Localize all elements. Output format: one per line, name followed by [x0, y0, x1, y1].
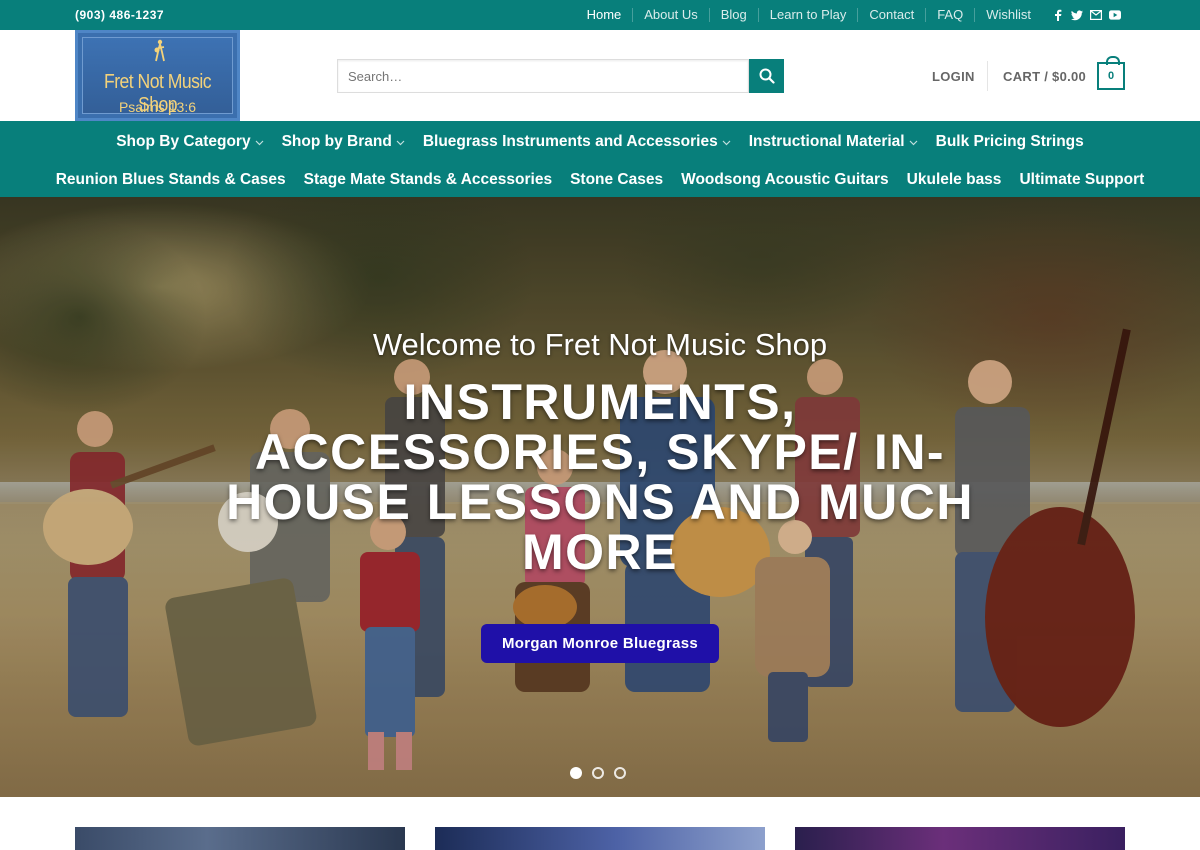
- twitter-icon[interactable]: [1071, 9, 1083, 21]
- hero-slider: Welcome to Fret Not Music Shop INSTRUMEN…: [0, 197, 1200, 797]
- search-button[interactable]: [749, 59, 784, 93]
- hero-cta-button[interactable]: Morgan Monroe Bluegrass: [481, 624, 719, 663]
- nav-shop-by-category[interactable]: Shop By Category: [107, 131, 272, 153]
- nav-row-secondary: Reunion Blues Stands & Cases Stage Mate …: [0, 169, 1200, 191]
- top-bar: (903) 486-1237 Home About Us Blog Learn …: [0, 0, 1200, 30]
- main-navigation: Shop By Category Shop by Brand Bluegrass…: [0, 121, 1200, 197]
- cart-link[interactable]: CART / $0.00: [1003, 69, 1086, 84]
- site-logo[interactable]: Fret Not Music Shop Psalms 13:6: [75, 30, 240, 121]
- search-icon: [759, 68, 775, 84]
- logo-subtitle: Psalms 13:6: [118, 99, 197, 115]
- login-link[interactable]: LOGIN: [932, 69, 975, 84]
- topnav-home[interactable]: Home: [576, 8, 633, 22]
- topnav-faq[interactable]: FAQ: [925, 8, 974, 22]
- featured-section: [0, 797, 1200, 850]
- search-form: [337, 59, 784, 93]
- nav-label: Shop By Category: [116, 133, 251, 150]
- nav-stage-mate[interactable]: Stage Mate Stands & Accessories: [295, 169, 561, 191]
- nav-bluegrass-instruments[interactable]: Bluegrass Instruments and Accessories: [414, 131, 740, 153]
- topnav-blog[interactable]: Blog: [708, 8, 758, 22]
- nav-reunion-blues[interactable]: Reunion Blues Stands & Cases: [47, 169, 295, 191]
- nav-label: Bluegrass Instruments and Accessories: [422, 133, 718, 150]
- phone-number[interactable]: (903) 486-1237: [75, 8, 164, 22]
- nav-label: Instructional Material: [748, 133, 905, 150]
- chevron-down-icon: [396, 140, 405, 145]
- cart-count-badge[interactable]: 0: [1097, 56, 1125, 90]
- nav-bulk-pricing-strings[interactable]: Bulk Pricing Strings: [927, 131, 1093, 153]
- featured-image-2[interactable]: [435, 827, 765, 850]
- hero-intro-text: Welcome to Fret Not Music Shop: [372, 327, 828, 362]
- youtube-icon[interactable]: [1109, 9, 1121, 21]
- hero-headline: INSTRUMENTS, ACCESSORIES, SKYPE/ IN-HOUS…: [226, 374, 974, 580]
- email-icon[interactable]: [1090, 9, 1102, 21]
- nav-stone-cases[interactable]: Stone Cases: [561, 169, 672, 191]
- nav-label: Shop by Brand: [281, 133, 392, 150]
- topnav-learn-to-play[interactable]: Learn to Play: [757, 8, 858, 22]
- top-navigation: Home About Us Blog Learn to Play Contact…: [576, 0, 1121, 30]
- featured-image-3[interactable]: [795, 827, 1125, 850]
- nav-row-primary: Shop By Category Shop by Brand Bluegrass…: [0, 131, 1200, 153]
- nav-shop-by-brand[interactable]: Shop by Brand: [273, 131, 414, 153]
- topnav-wishlist[interactable]: Wishlist: [974, 8, 1042, 22]
- slider-dot-3[interactable]: [614, 767, 626, 779]
- featured-image-1[interactable]: [75, 827, 405, 850]
- topnav-about-us[interactable]: About Us: [632, 8, 708, 22]
- nav-ukulele-bass[interactable]: Ukulele bass: [898, 169, 1011, 191]
- social-links: [1052, 9, 1121, 21]
- slider-dot-2[interactable]: [592, 767, 604, 779]
- nav-instructional-material[interactable]: Instructional Material: [740, 131, 927, 153]
- facebook-icon[interactable]: [1052, 9, 1064, 21]
- topnav-contact[interactable]: Contact: [857, 8, 925, 22]
- banjo-player-icon: [154, 39, 165, 62]
- search-input[interactable]: [337, 59, 749, 93]
- slider-dot-1[interactable]: [570, 767, 582, 779]
- nav-woodsong-guitars[interactable]: Woodsong Acoustic Guitars: [672, 169, 898, 191]
- chevron-down-icon: [909, 140, 918, 145]
- chevron-down-icon: [722, 140, 731, 145]
- site-header: Fret Not Music Shop Psalms 13:6 LOGIN CA…: [0, 30, 1200, 121]
- header-divider: [987, 61, 988, 91]
- nav-ultimate-support[interactable]: Ultimate Support: [1010, 169, 1153, 191]
- slider-pagination: [570, 767, 626, 779]
- nav-label: Bulk Pricing Strings: [935, 133, 1084, 150]
- chevron-down-icon: [255, 140, 264, 145]
